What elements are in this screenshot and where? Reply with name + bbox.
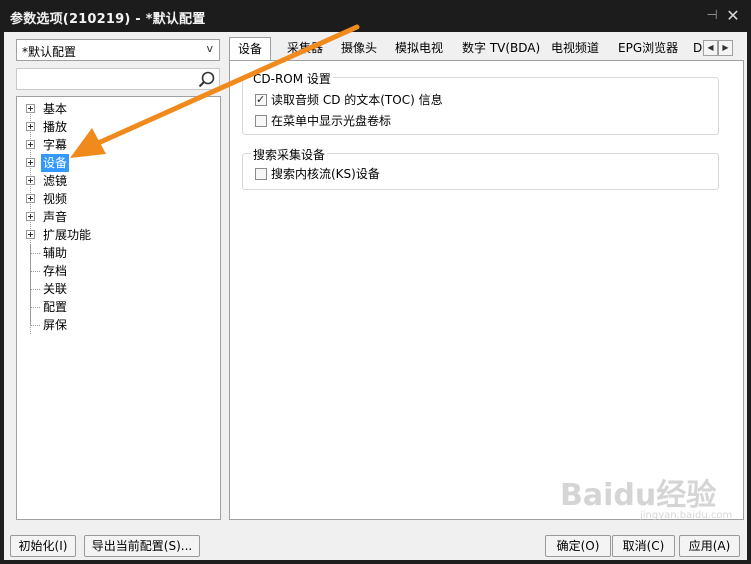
tree-item-label: 扩展功能 (43, 228, 92, 242)
tree-branch-line (30, 244, 41, 262)
expand-icon[interactable] (26, 176, 35, 185)
expand-icon[interactable] (26, 104, 35, 113)
tree-item-label: 字幕 (43, 138, 68, 152)
close-icon[interactable]: ✕ (724, 7, 742, 25)
window-title: 参数选项(210219) - *默认配置 (10, 12, 206, 27)
tab-strip: 设备 采集器 摄像头 模拟电视 数字 TV(BDA) 电视频道 EPG浏览器 D… (229, 37, 743, 61)
tree-item-label: 基本 (43, 102, 68, 116)
search-ks-label: 搜索内核流(KS)设备 (271, 167, 380, 181)
tree-item-label: 播放 (43, 120, 68, 134)
tab-camera[interactable]: 摄像头 (341, 37, 377, 59)
init-button[interactable]: 初始化(I) (10, 535, 76, 557)
tree-branch-line (30, 262, 41, 280)
devices-panel: CD-ROM 设置 读取音频 CD 的文本(TOC) 信息 在菜单中显示光盘卷标… (229, 60, 744, 520)
tree-item-label: 存档 (43, 264, 68, 278)
tab-epg[interactable]: EPG浏览器 (618, 37, 678, 59)
cdrom-group-title: CD-ROM 设置 (251, 70, 333, 87)
profile-combo-value: *默认配置 (22, 45, 77, 59)
tab-tv-channels[interactable]: 电视频道 (551, 37, 599, 59)
tab-scroll-left-icon[interactable]: ◀ (703, 40, 718, 56)
tab-analog-tv[interactable]: 模拟电视 (395, 37, 443, 59)
search-icon[interactable] (197, 70, 217, 90)
pin-icon[interactable]: ⊣ (704, 8, 720, 24)
watermark-url: jingyan.baidu.com (640, 510, 733, 521)
expand-icon[interactable] (26, 230, 35, 239)
settings-tree[interactable]: 基本播放字幕设备滤镜视频声音扩展功能辅助存档关联配置屏保 (16, 96, 221, 520)
tab-capture[interactable]: 采集器 (287, 37, 323, 59)
expand-icon[interactable] (26, 140, 35, 149)
search-capture-group-title: 搜索采集设备 (251, 146, 328, 163)
title-bar: 参数选项(210219) - *默认配置 ⊣ ✕ (0, 0, 751, 32)
tree-item-label: 屏保 (43, 318, 68, 332)
expand-icon[interactable] (26, 158, 35, 167)
expand-icon[interactable] (26, 194, 35, 203)
tab-digital-tv[interactable]: 数字 TV(BDA) (462, 37, 540, 59)
watermark-logo: Baidu经验 (560, 470, 716, 514)
tree-item-label: 视频 (43, 192, 68, 206)
apply-button[interactable]: 应用(A) (679, 535, 740, 557)
show-disc-label-label: 在菜单中显示光盘卷标 (271, 114, 392, 128)
search-box[interactable] (16, 68, 220, 90)
tree-item-label: 关联 (43, 282, 68, 296)
tree-item-label: 设备 (41, 154, 70, 172)
read-cd-text-label: 读取音频 CD 的文本(TOC) 信息 (271, 93, 443, 107)
tree-item-label: 配置 (43, 300, 68, 314)
watermark-text: Baidu经验 (560, 478, 717, 513)
checkbox-box[interactable] (255, 92, 267, 108)
search-capture-group: 搜索采集设备 搜索内核流(KS)设备 (242, 146, 719, 190)
checkbox-box[interactable] (255, 168, 267, 180)
tree-branch-line (30, 280, 41, 298)
export-config-button[interactable]: 导出当前配置(S)... (84, 535, 200, 557)
tree-item-label: 辅助 (43, 246, 68, 260)
tab-devices[interactable]: 设备 (229, 37, 272, 60)
checkbox-box[interactable] (255, 115, 267, 127)
tab-scroll-right-icon[interactable]: ▶ (718, 40, 733, 56)
tree-item-label: 滤镜 (43, 174, 68, 188)
cancel-button[interactable]: 取消(C) (612, 535, 675, 557)
tree-branch-line (30, 316, 41, 334)
chevron-down-icon[interactable]: v (206, 42, 213, 55)
expand-icon[interactable] (26, 212, 35, 221)
tree-branch-line (30, 298, 41, 316)
cdrom-group: CD-ROM 设置 读取音频 CD 的文本(TOC) 信息 在菜单中显示光盘卷标 (242, 70, 719, 135)
profile-combo[interactable]: *默认配置 v (16, 39, 220, 61)
tree-item-label: 声音 (43, 210, 68, 224)
ok-button[interactable]: 确定(O) (545, 535, 611, 557)
expand-icon[interactable] (26, 122, 35, 131)
tab-d[interactable]: D (693, 37, 702, 59)
search-input[interactable] (21, 71, 195, 89)
